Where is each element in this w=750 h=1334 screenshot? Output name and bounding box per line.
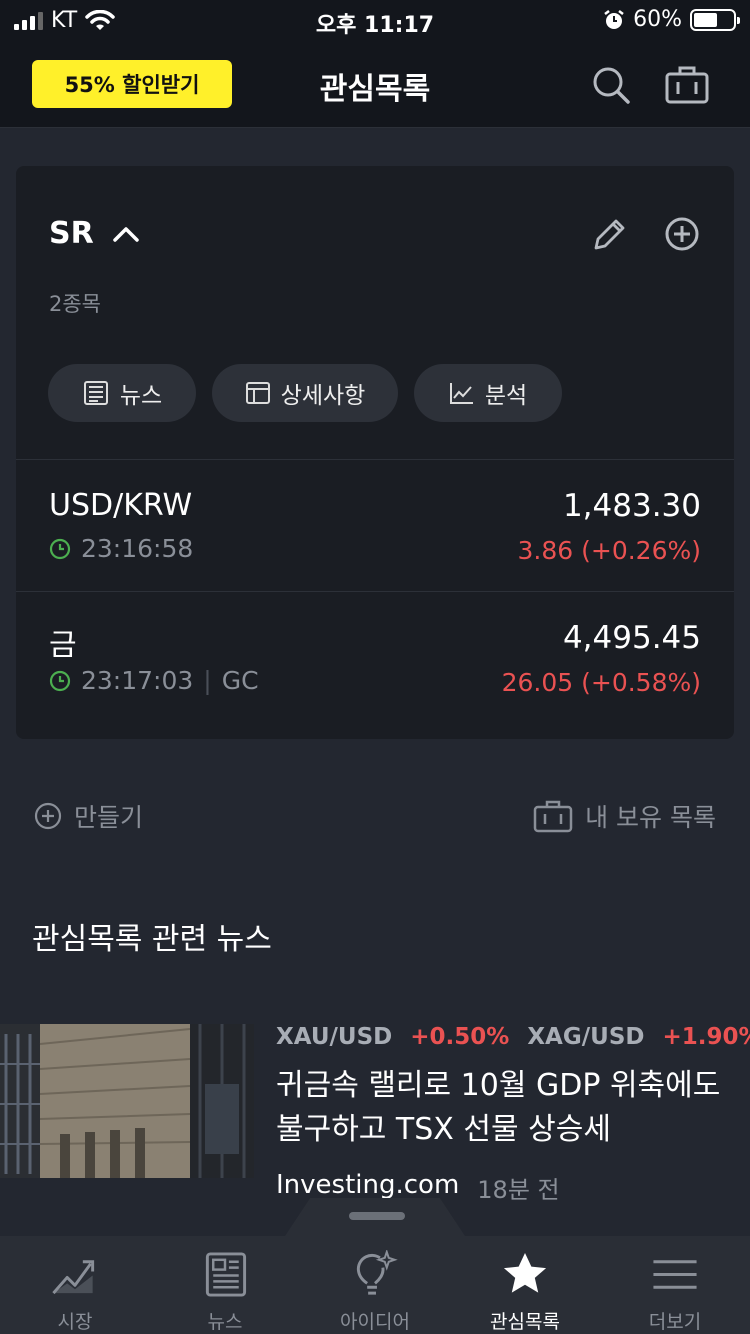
row-time-value: 23:16:58: [81, 534, 194, 563]
details-pill-button[interactable]: 상세사항: [212, 364, 398, 422]
battery-icon: [690, 8, 740, 31]
nav-label: 시장: [57, 1311, 93, 1333]
nav-item-news[interactable]: 뉴스: [150, 1236, 300, 1334]
my-portfolio-button[interactable]: 내 보유 목록: [533, 798, 716, 834]
newspaper-icon: [83, 381, 108, 405]
watchlist-row-usdkrw[interactable]: USD/KRW 23:16:58 1,483.30 3.86 (+0.26%): [16, 459, 734, 591]
nav-item-market[interactable]: 시장: [0, 1236, 150, 1334]
battery-percent: 60%: [633, 7, 682, 32]
app-header: 55% 할인받기 관심목록: [0, 40, 750, 128]
details-pill-label: 상세사항: [280, 383, 366, 409]
drawer-handle[interactable]: [349, 1212, 405, 1220]
news-time-ago: 18분 전: [477, 1176, 560, 1204]
watchlist-name-toggle[interactable]: SR: [49, 216, 140, 251]
analysis-pill-label: 분석: [484, 383, 528, 409]
news-pill-label: 뉴스: [119, 383, 163, 409]
watchlist-card: SR 2종목 뉴스 상세사항 분석 USD/KRW 23:16:58 1,483…: [16, 166, 734, 739]
nav-label: 관심목록: [490, 1311, 560, 1333]
news-tags: XAU/USD +0.50% XAG/USD +1.90%: [276, 1024, 750, 1050]
clock-icon: [49, 538, 71, 559]
add-circle-icon: [34, 802, 62, 830]
bottom-nav: 시장 뉴스 아이디어 관심목록 더보기: [0, 1236, 750, 1334]
search-icon[interactable]: [588, 62, 634, 108]
lightbulb-icon: [356, 1250, 398, 1295]
building-photo: [0, 1024, 254, 1178]
create-label: 만들기: [74, 803, 144, 832]
chart-line-icon: [449, 383, 473, 404]
news-tag-symbol[interactable]: XAU/USD: [276, 1024, 392, 1050]
menu-icon: [653, 1260, 697, 1289]
watchlist-name: SR: [49, 216, 94, 251]
news-tag-symbol[interactable]: XAG/USD: [527, 1024, 644, 1050]
item-count: 2종목: [49, 292, 102, 316]
market-chart-icon: [52, 1260, 95, 1295]
news-headline[interactable]: 귀금속 랠리로 10월 GDP 위축에도 불구하고 TSX 선물 상승세: [276, 1064, 746, 1152]
row-change: 26.05 (+0.58%): [501, 668, 701, 697]
row-symbol: 금: [49, 628, 77, 663]
edit-pencil-icon[interactable]: [590, 214, 630, 254]
row-price: 1,483.30: [562, 488, 701, 524]
row-time: 23:16:58: [49, 534, 193, 563]
newspaper-icon: [205, 1252, 247, 1297]
news-thumbnail[interactable]: [0, 1024, 254, 1178]
row-price: 4,495.45: [562, 620, 701, 656]
portfolio-briefcase-icon[interactable]: [664, 62, 710, 108]
nav-item-ideas[interactable]: 아이디어: [300, 1236, 450, 1334]
alarm-icon: [604, 9, 624, 29]
nav-label: 뉴스: [207, 1311, 243, 1333]
nav-item-more[interactable]: 더보기: [600, 1236, 750, 1334]
news-tag-change: +1.90%: [662, 1024, 750, 1050]
chevron-up-icon: [112, 226, 139, 242]
row-symbol: USD/KRW: [49, 488, 193, 523]
row-change: 3.86 (+0.26%): [517, 536, 701, 565]
row-time-value: 23:17:03: [81, 666, 194, 695]
status-bar: KT 오후 11:17 60%: [0, 0, 750, 40]
row-time: 23:17:03 | GC: [49, 666, 259, 695]
row-separator: |: [203, 666, 212, 695]
add-circle-icon[interactable]: [662, 214, 702, 254]
table-icon: [245, 382, 270, 404]
create-watchlist-button[interactable]: 만들기: [34, 798, 143, 834]
news-tag-change: +0.50%: [410, 1024, 510, 1050]
news-section-title: 관심목록 관련 뉴스: [32, 922, 272, 957]
briefcase-icon: [533, 800, 573, 833]
status-right: 60%: [603, 7, 740, 32]
analysis-pill-button[interactable]: 분석: [414, 364, 562, 422]
nav-label: 아이디어: [340, 1311, 410, 1333]
portfolio-label: 내 보유 목록: [585, 803, 716, 832]
star-icon: [503, 1252, 547, 1293]
clock-icon: [49, 670, 71, 691]
watchlist-row-gold[interactable]: 금 23:17:03 | GC 4,495.45 26.05 (+0.58%): [16, 591, 734, 723]
news-pill-button[interactable]: 뉴스: [48, 364, 196, 422]
nav-label: 더보기: [648, 1311, 702, 1333]
nav-item-watchlist[interactable]: 관심목록: [450, 1236, 600, 1334]
filter-pills: 뉴스 상세사항 분석: [48, 364, 562, 422]
promo-button[interactable]: 55% 할인받기: [32, 60, 232, 108]
row-exchange: GC: [221, 666, 259, 695]
